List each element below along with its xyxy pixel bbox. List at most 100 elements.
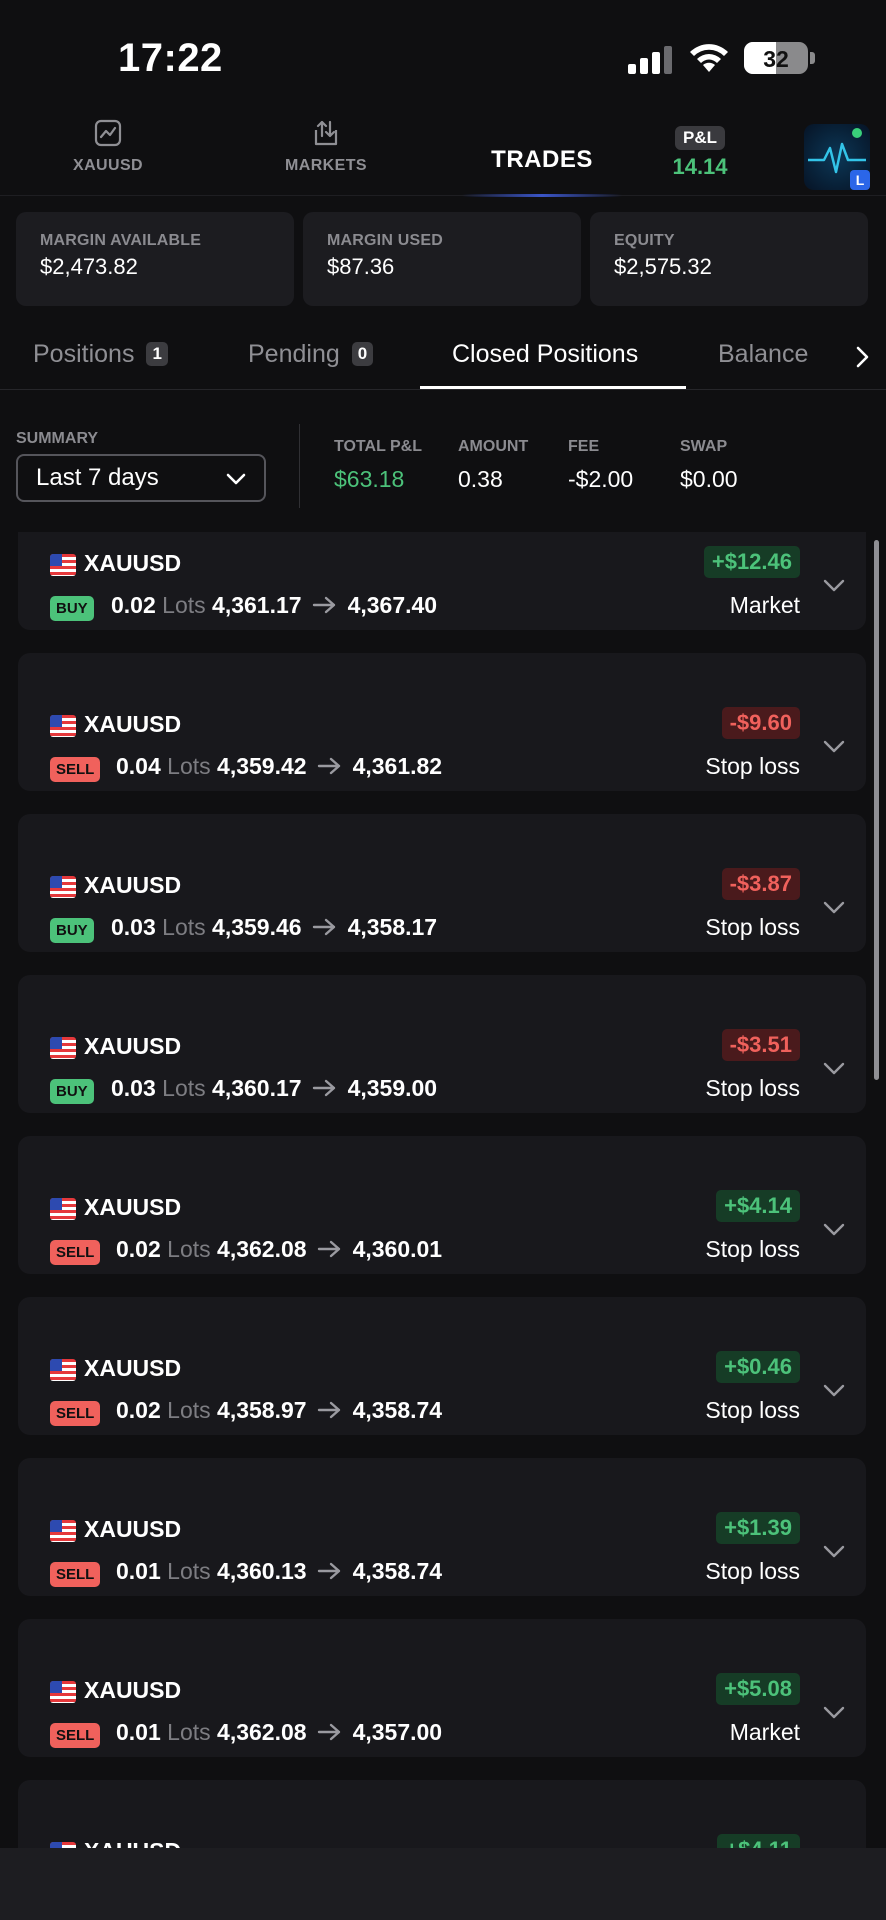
margin-available-label: MARGIN AVAILABLE (40, 232, 202, 249)
summary-divider (299, 424, 300, 508)
tab-pending[interactable]: Pending 0 (248, 340, 374, 369)
nav-xauusd[interactable]: XAUUSD (60, 118, 156, 175)
trade-symbol: XAUUSD (84, 1355, 182, 1381)
chevron-down-icon[interactable] (822, 900, 846, 916)
trade-open-price: 4,362.08 (217, 1719, 307, 1745)
fee-label: FEE (568, 438, 600, 455)
amount-label: AMOUNT (458, 438, 529, 455)
trade-row[interactable]: XAUUSD SELL 0.02 Lots 4,362.08 4,360.01 Stop… (18, 1136, 866, 1274)
nav-trades-label: TRADES (491, 146, 593, 173)
status-bar: 17:22 32 (0, 0, 886, 110)
tab-balance[interactable]: Balance (718, 340, 808, 369)
trade-row[interactable]: XAUUSD SELL 0.01 Lots 4,362.08 4,357.00 Mark… (18, 1619, 866, 1757)
chevron-down-icon[interactable] (822, 1383, 846, 1399)
trade-row[interactable]: XAUUSD BUY 0.03 Lots 4,359.46 4,358.17 Stop … (18, 814, 866, 952)
trade-tabs: Positions 1 Pending 0 Closed Positions Bal… (0, 330, 886, 390)
trade-row[interactable]: XAUUSD SELL 0.04 Lots 4,359.42 4,361.82 Stop… (18, 653, 866, 791)
trade-row[interactable]: XAUUSD +$4.11 (18, 1780, 866, 1848)
trade-details: 0.02 Lots 4,361.17 4,367.40 (111, 592, 437, 619)
chevron-down-icon[interactable] (822, 1061, 846, 1077)
trade-side-badge: SELL (50, 1401, 101, 1426)
us-flag-icon (50, 876, 76, 898)
us-flag-icon (50, 1359, 76, 1381)
trade-open-price: 4,359.46 (212, 914, 302, 940)
trade-pnl: +$5.08 (716, 1673, 800, 1705)
trade-lots-label: Lots (167, 1558, 211, 1584)
trade-pnl: +$0.46 (716, 1351, 800, 1383)
nav-markets[interactable]: MARKETS (276, 118, 376, 175)
trade-pnl: -$3.87 (721, 868, 800, 900)
trade-details: 0.03 Lots 4,359.46 4,358.17 (111, 914, 437, 941)
trade-details: 0.04 Lots 4,359.42 4,361.82 (116, 753, 442, 780)
amount-metric: AMOUNT 0.38 (458, 438, 528, 493)
account-type-badge: L (850, 170, 870, 190)
trade-side-badge: BUY (50, 918, 94, 943)
trade-lots: 0.01 (116, 1719, 161, 1745)
list-scrollbar[interactable] (874, 540, 879, 1080)
trade-side-badge: SELL (50, 1723, 101, 1748)
trade-details: 0.02 Lots 4,358.97 4,358.74 (116, 1397, 442, 1424)
trade-details: 0.03 Lots 4,360.17 4,359.00 (111, 1075, 437, 1102)
trade-open-price: 4,358.97 (217, 1397, 307, 1423)
pnl-summary[interactable]: P&L 14.14 (660, 126, 740, 180)
tab-positions[interactable]: Positions 1 (33, 340, 168, 369)
arrow-right-icon (312, 1079, 335, 1097)
closed-positions-list[interactable]: XAUUSD BUY 0.02 Lots 4,361.17 4,367.40 Marke… (0, 532, 886, 1848)
trade-pnl: -$3.51 (721, 1029, 800, 1061)
swap-metric: SWAP $0.00 (680, 438, 738, 493)
tab-closed-positions[interactable]: Closed Positions (452, 340, 638, 369)
chevron-down-icon[interactable] (822, 739, 846, 755)
trade-lots-label: Lots (162, 1075, 206, 1101)
nav-xauusd-label: XAUUSD (73, 157, 143, 174)
cellular-signal-icon (628, 46, 672, 74)
nav-trades[interactable]: TRADES (442, 118, 642, 197)
trade-symbol: XAUUSD (84, 711, 182, 737)
chevron-down-icon[interactable] (822, 1222, 846, 1238)
trade-lots-label: Lots (167, 1397, 211, 1423)
margin-used-value: $87.36 (327, 254, 395, 279)
trade-lots: 0.02 (111, 592, 156, 618)
trade-pnl: +$4.11 (717, 1834, 800, 1848)
trade-open-price: 4,359.42 (217, 753, 307, 779)
trade-lots-label: Lots (167, 753, 211, 779)
chevron-down-icon[interactable] (822, 1705, 846, 1721)
summary-panel: SUMMARY Last 7 days TOTAL P&L $63.18 AMO… (0, 410, 886, 510)
us-flag-icon (50, 1681, 76, 1703)
trade-open-price: 4,361.17 (212, 592, 302, 618)
tab-pending-label: Pending (248, 340, 340, 368)
chevron-down-icon[interactable] (822, 578, 846, 594)
trade-close-price: 4,360.01 (352, 1236, 443, 1262)
battery-level: 32 (763, 46, 789, 72)
trade-close-type: Stop loss (705, 1558, 800, 1584)
chevron-down-icon[interactable] (822, 1544, 846, 1560)
equity-card: EQUITY $2,575.32 (590, 212, 868, 306)
period-dropdown[interactable]: Last 7 days (16, 454, 266, 502)
margin-available-value: $2,473.82 (40, 254, 138, 279)
trade-lots: 0.03 (111, 914, 156, 940)
us-flag-icon (50, 1520, 76, 1542)
swap-value: $0.00 (680, 466, 738, 492)
trade-close-type: Stop loss (705, 914, 800, 940)
chevron-right-icon[interactable] (852, 344, 872, 370)
equity-label: EQUITY (614, 232, 675, 249)
trade-close-price: 4,358.17 (347, 914, 438, 940)
markets-icon (314, 120, 338, 146)
trade-lots: 0.04 (116, 753, 161, 779)
trade-row[interactable]: XAUUSD SELL 0.02 Lots 4,358.97 4,358.74 Stop… (18, 1297, 866, 1435)
bottom-bar (0, 1848, 886, 1920)
trade-close-type: Stop loss (705, 1397, 800, 1423)
trade-lots: 0.03 (111, 1075, 156, 1101)
us-flag-icon (50, 1037, 76, 1059)
trade-row[interactable]: XAUUSD SELL 0.01 Lots 4,360.13 4,358.74 Stop… (18, 1458, 866, 1596)
trade-side-badge: SELL (50, 1562, 101, 1587)
trade-symbol: XAUUSD (84, 872, 182, 898)
trade-close-price: 4,361.82 (352, 753, 443, 779)
period-value: Last 7 days (36, 464, 159, 491)
trade-row[interactable]: XAUUSD BUY 0.03 Lots 4,360.17 4,359.00 Stop … (18, 975, 866, 1113)
trade-row[interactable]: XAUUSD BUY 0.02 Lots 4,361.17 4,367.40 Marke… (18, 532, 866, 630)
margin-used-card: MARGIN USED $87.36 (303, 212, 581, 306)
trade-pnl: -$9.60 (721, 707, 800, 739)
trade-lots: 0.02 (116, 1397, 161, 1423)
nav-active-indicator (462, 194, 622, 197)
online-indicator (852, 128, 862, 138)
